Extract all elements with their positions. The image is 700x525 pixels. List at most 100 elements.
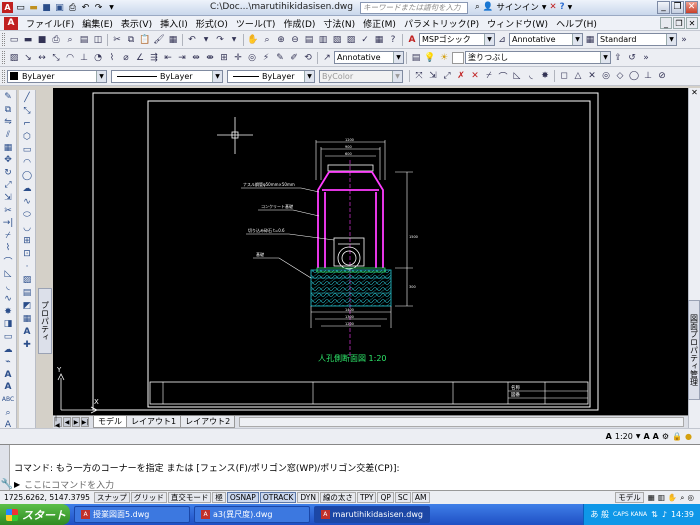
dim-break-icon[interactable]: ⇼ [204,52,216,64]
osnap-toggle[interactable]: OSNAP [226,492,259,503]
doc-minimize-button[interactable]: _ [660,17,672,29]
markup-icon[interactable]: ✓ [359,34,371,46]
layer-freeze-icon[interactable]: ☀ [438,52,450,64]
tool-palettes-icon[interactable]: ▧ [331,34,343,46]
circle-icon[interactable]: ◯ [21,170,34,181]
tab-layout1[interactable]: レイアウト1 [126,416,182,428]
wipeout-icon[interactable]: ▭ [2,332,15,343]
prev-tab-button[interactable]: ◀ [63,417,71,427]
table-style-icon[interactable]: ▦ [584,34,596,46]
next-tab-button[interactable]: ▶ [72,417,80,427]
last-tab-button[interactable]: ▶| [81,417,89,427]
hatch-icon[interactable]: ▨ [8,52,20,64]
color-select[interactable]: ByLayer ▼ [7,69,107,83]
auto-scale-icon[interactable]: A [653,432,659,441]
first-tab-button[interactable]: |◀ [54,415,62,429]
layer-previous-icon[interactable]: ↺ [626,52,638,64]
snap-toggle[interactable]: スナップ [93,492,130,503]
signin-link[interactable]: サインイン [496,1,539,13]
start-button[interactable]: スタート [0,504,70,525]
scale-icon[interactable]: ⤢ [2,180,15,191]
text-style-icon[interactable]: A [406,34,418,46]
modify-explode-icon[interactable]: ✸ [539,70,551,82]
layer-manager-icon[interactable]: ▤ [410,52,422,64]
help-dropdown-icon[interactable]: ▼ [568,4,573,11]
grid-toggle[interactable]: グリッド [130,492,167,503]
annotation-scale-value[interactable]: 1:20 [615,432,633,441]
center-mark-icon[interactable]: ✛ [232,52,244,64]
toolbar-overflow-icon[interactable]: » [678,34,690,46]
tolerance-icon[interactable]: ⊞ [218,52,230,64]
open-icon[interactable]: ▬ [22,34,34,46]
document-icon[interactable]: A [4,16,18,30]
menu-dimension[interactable]: 寸法(N) [319,17,359,30]
snap-quadrant-icon[interactable]: ◇ [614,70,626,82]
model-drawing-canvas[interactable]: 名称 図番 1200 900 600 1400 1300 1200 1500 3… [53,88,688,415]
menu-modify[interactable]: 修正(M) [359,17,400,30]
workspace-gear-icon[interactable]: ⚙ [662,432,669,441]
modify-move-icon[interactable]: ⤧ [413,70,425,82]
dim-linear-icon[interactable]: ↔ [36,52,48,64]
menu-view[interactable]: 表示(V) [117,17,156,30]
design-center-icon[interactable]: ▥ [317,34,329,46]
snap-none-icon[interactable]: ⊘ [656,70,668,82]
layer-select[interactable]: 塗りつぶし ▼ [465,51,611,64]
modify-join-icon[interactable]: ⌒ [497,70,509,83]
polar-toggle[interactable]: 極 [212,492,226,503]
undo-dropdown-icon[interactable]: ▼ [200,34,212,46]
polyline-icon[interactable]: ⌐ [21,118,34,129]
revcloud-icon[interactable]: ☁ [2,344,15,355]
line-icon[interactable]: ╱ [21,92,34,103]
menu-format[interactable]: 形式(O) [192,17,232,30]
mleader-style-select[interactable]: Annotative ▼ [334,51,404,64]
snap-center-icon[interactable]: ◎ [600,70,612,82]
3d-publish-icon[interactable]: ◫ [92,34,104,46]
pan-icon[interactable]: ✋ [247,34,259,46]
doc-restore-button[interactable]: ❐ [673,17,685,29]
ellipse-icon[interactable]: ⬭ [21,209,34,220]
sheetset-palette-tab[interactable]: 図面プロパティ管理 [688,300,700,400]
chamfer-icon[interactable]: ◺ [2,269,15,280]
menu-window[interactable]: ウィンドウ(W) [483,17,552,30]
volume-icon[interactable]: ♪ [662,510,667,519]
dim-style-select[interactable]: Annotative ▼ [509,33,583,46]
break-at-point-icon[interactable]: ⌿ [2,231,15,242]
chevron-down-icon[interactable]: ▼ [636,433,641,440]
move-icon[interactable]: ✥ [2,155,15,166]
quick-dim-icon[interactable]: ⇶ [148,52,160,64]
fillet-icon[interactable]: ◟ [2,281,15,292]
copy-object-icon[interactable]: ⧉ [2,105,15,116]
erase-icon[interactable]: ✎ [2,92,15,103]
menu-help[interactable]: ヘルプ(H) [552,17,601,30]
dyn-toggle[interactable]: DYN [297,492,319,503]
lineweight-select[interactable]: ByLayer ▼ [227,69,315,83]
redo-icon[interactable]: ↷ [93,2,104,13]
exchange-icon[interactable]: ✕ [550,2,557,12]
stretch-icon[interactable]: ⇲ [2,193,15,204]
new-icon[interactable]: ▭ [8,34,20,46]
dim-angular-icon[interactable]: ∠ [134,52,146,64]
properties-icon[interactable]: ▤ [303,34,315,46]
tab-model[interactable]: モデル [93,416,127,428]
ime-indicator[interactable]: あ 般 [590,509,609,520]
lock-icon[interactable]: 🔒 [672,432,682,441]
menu-edit[interactable]: 編集(E) [78,17,117,30]
dim-text-edit-icon[interactable]: ✐ [288,52,300,64]
undo-icon[interactable]: ↶ [80,2,91,13]
revision-cloud-icon[interactable]: ☁ [21,183,34,194]
annotation-scale-icon[interactable]: A [606,432,612,441]
snap-midpoint-icon[interactable]: △ [572,70,584,82]
trim-icon[interactable]: ✂ [2,205,15,216]
zoom-window-icon[interactable]: ⊕ [275,34,287,46]
taskbar-item[interactable]: Aa3(異尺度).dwg [194,506,310,523]
insert-block-icon[interactable]: ⊞ [21,235,34,246]
menu-draw[interactable]: 作成(D) [279,17,319,30]
modify-scale-icon[interactable]: ⤢ [441,70,453,82]
save-as-icon[interactable]: ▣ [54,2,65,13]
zoom-previous-icon[interactable]: ⊖ [289,34,301,46]
leader-icon[interactable]: ↘ [22,52,34,64]
construction-line-icon[interactable]: ⤡ [21,105,34,116]
doc-close-button[interactable]: ✕ [686,17,698,29]
copy-icon[interactable]: ⧉ [125,34,137,46]
snap-intersection-icon[interactable]: ✕ [586,70,598,82]
